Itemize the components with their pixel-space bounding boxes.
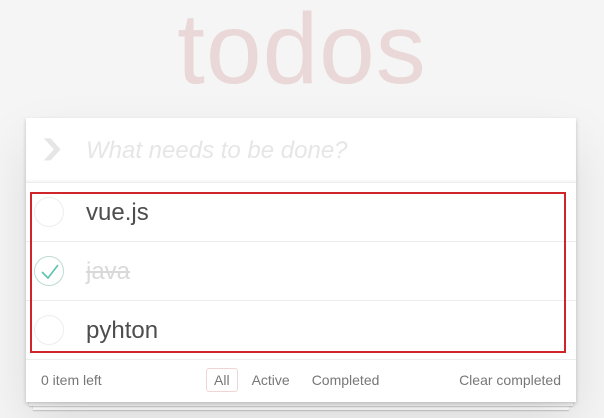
todo-checkbox[interactable] bbox=[34, 197, 64, 227]
filter-active[interactable]: Active bbox=[244, 368, 298, 392]
app-title: todos bbox=[177, 0, 427, 105]
todo-label[interactable]: pyhton bbox=[86, 301, 158, 360]
todo-item: pyhton bbox=[26, 301, 576, 360]
clear-completed-button[interactable]: Clear completed bbox=[459, 372, 561, 388]
footer: 0 item left All Active Completed Clear c… bbox=[26, 360, 576, 402]
todo-item: vue.js bbox=[26, 183, 576, 242]
new-todo-input[interactable] bbox=[86, 118, 576, 183]
todo-checkbox[interactable] bbox=[34, 256, 64, 286]
todo-list: vue.js java pyhton bbox=[26, 183, 576, 360]
check-icon bbox=[41, 264, 59, 280]
todo-checkbox[interactable] bbox=[34, 315, 64, 345]
chevron-down-icon[interactable]: ❯ bbox=[35, 136, 69, 160]
todo-label[interactable]: vue.js bbox=[86, 183, 149, 242]
header: ❯ bbox=[26, 118, 576, 183]
todo-app: ❯ vue.js java pyhton 0 item left All Act… bbox=[26, 118, 576, 402]
filter-completed[interactable]: Completed bbox=[304, 368, 388, 392]
items-left-count: 0 item left bbox=[41, 372, 102, 388]
filters: All Active Completed bbox=[206, 368, 387, 392]
todo-item: java bbox=[26, 242, 576, 301]
todo-label[interactable]: java bbox=[86, 242, 130, 301]
filter-all[interactable]: All bbox=[206, 368, 238, 392]
